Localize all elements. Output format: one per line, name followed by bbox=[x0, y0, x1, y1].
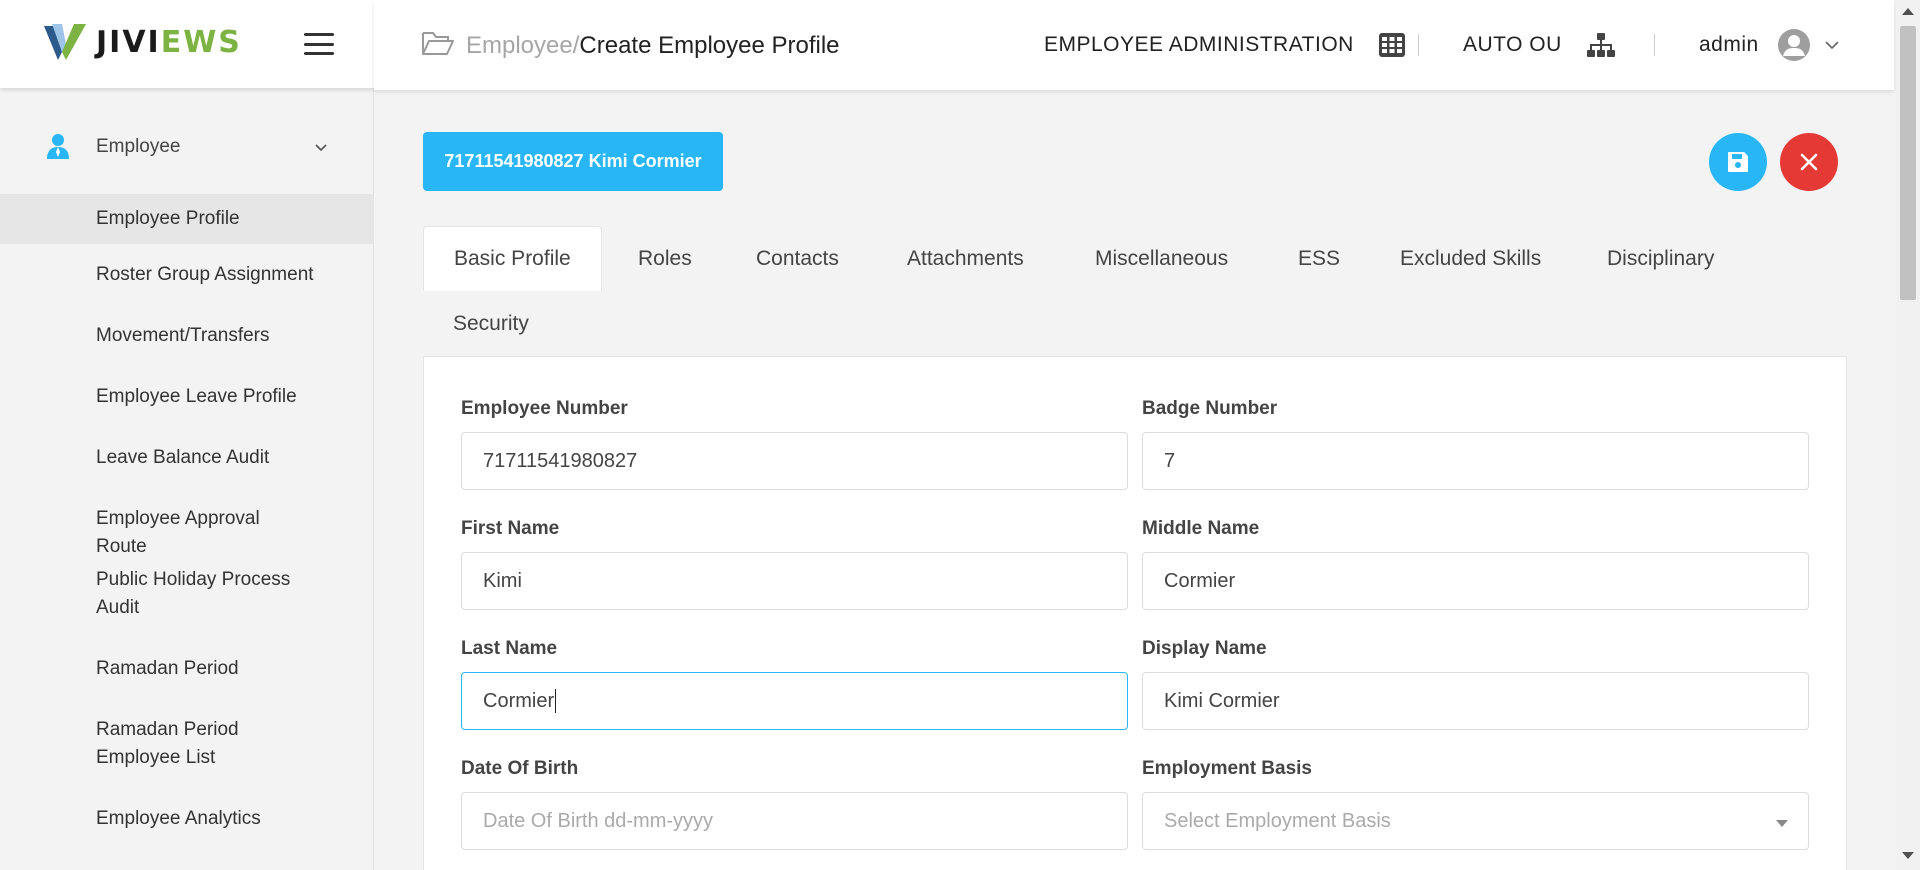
org-chart-icon bbox=[1586, 33, 1615, 57]
scroll-up-arrow[interactable] bbox=[1902, 8, 1914, 15]
employment-basis-label: Employment Basis bbox=[1142, 758, 1312, 779]
module-switcher[interactable]: EMPLOYEE ADMINISTRATION bbox=[1044, 0, 1406, 90]
sidebar-item-movement-transfers[interactable]: Movement/Transfers bbox=[0, 305, 374, 366]
display-name-value: Kimi Cormier bbox=[1164, 689, 1280, 712]
tab-ess[interactable]: ESS bbox=[1298, 247, 1340, 271]
chevron-down-icon bbox=[1825, 41, 1839, 50]
logo-mark-icon bbox=[44, 24, 86, 60]
sidebar-item-roster-group-assignment[interactable]: Roster Group Assignment bbox=[0, 244, 374, 305]
last-name-label: Last Name bbox=[461, 638, 558, 659]
close-icon bbox=[1800, 153, 1818, 171]
date-of-birth-label: Date Of Birth bbox=[461, 758, 579, 779]
breadcrumb-parent[interactable]: Employee/ bbox=[466, 32, 579, 59]
employment-basis-select[interactable]: Select Employment Basis bbox=[1142, 792, 1809, 850]
logo-text-green: EWS bbox=[160, 24, 242, 60]
folder-open-icon bbox=[422, 32, 454, 55]
sidebar-item-employee-analytics[interactable]: Employee Analytics bbox=[0, 788, 374, 849]
sidebar-group-label: Employee bbox=[96, 136, 181, 157]
org-unit-label: AUTO OU bbox=[1463, 33, 1562, 56]
employee-badge-button[interactable]: 71711541980827 Kimi Cormier bbox=[423, 132, 723, 191]
sidebar-item-leave-balance-audit[interactable]: Leave Balance Audit bbox=[0, 427, 374, 488]
scroll-down-arrow[interactable] bbox=[1902, 852, 1914, 859]
sidebar-group-employee[interactable]: Employee bbox=[0, 122, 374, 172]
employee-number-field[interactable]: 71711541980827 bbox=[461, 432, 1128, 490]
date-of-birth-field[interactable]: Date Of Birth dd-mm-yyyy bbox=[461, 792, 1128, 850]
module-label: EMPLOYEE ADMINISTRATION bbox=[1044, 33, 1354, 56]
first-name-field[interactable]: Kimi bbox=[461, 552, 1128, 610]
chevron-down-icon bbox=[315, 144, 327, 152]
header-divider bbox=[1654, 34, 1655, 56]
page-scrollbar[interactable] bbox=[1896, 0, 1920, 870]
user-name: admin bbox=[1699, 33, 1759, 56]
tab-security[interactable]: Security bbox=[453, 312, 529, 336]
top-header: Employee/Create Employee Profile EMPLOYE… bbox=[374, 0, 1894, 90]
first-name-label: First Name bbox=[461, 518, 560, 539]
user-avatar-icon bbox=[1777, 29, 1810, 61]
sidebar-item-employee-approval-route[interactable]: Employee Approval Route bbox=[0, 488, 374, 557]
tab-miscellaneous[interactable]: Miscellaneous bbox=[1095, 247, 1228, 271]
user-menu[interactable]: admin bbox=[1699, 0, 1839, 90]
breadcrumb-current: Create Employee Profile bbox=[579, 32, 840, 59]
header-divider bbox=[1418, 34, 1419, 56]
dropdown-arrow-icon bbox=[1776, 820, 1788, 827]
first-name-value: Kimi bbox=[483, 569, 522, 592]
floppy-disk-icon bbox=[1728, 152, 1748, 172]
grid-icon bbox=[1378, 33, 1405, 57]
tab-basic-profile[interactable]: Basic Profile bbox=[423, 226, 602, 291]
tab-contacts[interactable]: Contacts bbox=[756, 247, 839, 271]
badge-number-value: 7 bbox=[1164, 449, 1176, 472]
person-icon bbox=[47, 134, 69, 159]
save-button[interactable] bbox=[1709, 133, 1767, 191]
brand-bar: JIVIEWS bbox=[0, 0, 374, 88]
last-name-field[interactable]: Cormier bbox=[461, 672, 1128, 730]
employee-number-label: Employee Number bbox=[461, 398, 628, 419]
sidebar-item-employee-profile[interactable]: Employee Profile bbox=[0, 194, 374, 244]
scroll-thumb[interactable] bbox=[1900, 26, 1916, 300]
org-unit-switcher[interactable]: AUTO OU bbox=[1463, 0, 1616, 90]
date-of-birth-placeholder: Date Of Birth dd-mm-yyyy bbox=[483, 809, 714, 832]
sidebar-item-employee-leave-profile[interactable]: Employee Leave Profile bbox=[0, 366, 374, 427]
tab-roles[interactable]: Roles bbox=[638, 247, 692, 271]
sidebar: JIVIEWS Employee Employee Profile Roster… bbox=[0, 0, 374, 870]
badge-number-label: Badge Number bbox=[1142, 398, 1278, 419]
menu-toggle-icon[interactable] bbox=[304, 33, 334, 55]
tab-disciplinary[interactable]: Disciplinary bbox=[1607, 247, 1714, 271]
employment-basis-placeholder: Select Employment Basis bbox=[1164, 809, 1391, 832]
tab-attachments[interactable]: Attachments bbox=[907, 247, 1024, 271]
sidebar-submenu: Employee Profile Roster Group Assignment… bbox=[0, 194, 374, 849]
text-caret bbox=[555, 689, 557, 713]
display-name-label: Display Name bbox=[1142, 638, 1267, 659]
last-name-value: Cormier bbox=[483, 689, 555, 712]
sidebar-item-public-holiday-process-audit[interactable]: Public Holiday Process Audit bbox=[0, 549, 374, 638]
tab-excluded-skills[interactable]: Excluded Skills bbox=[1400, 247, 1541, 271]
middle-name-label: Middle Name bbox=[1142, 518, 1260, 539]
cancel-button[interactable] bbox=[1780, 133, 1838, 191]
logo[interactable]: JIVIEWS bbox=[40, 22, 242, 62]
breadcrumb: Employee/Create Employee Profile bbox=[466, 32, 840, 60]
employee-number-value: 71711541980827 bbox=[483, 449, 638, 472]
middle-name-field[interactable]: Cormier bbox=[1142, 552, 1809, 610]
display-name-field[interactable]: Kimi Cormier bbox=[1142, 672, 1809, 730]
logo-text-dark: JIVI bbox=[96, 24, 161, 60]
middle-name-value: Cormier bbox=[1164, 569, 1236, 592]
sidebar-item-ramadan-period-employee-list[interactable]: Ramadan Period Employee List bbox=[0, 699, 374, 788]
sidebar-item-ramadan-period[interactable]: Ramadan Period bbox=[0, 638, 374, 699]
badge-number-field[interactable]: 7 bbox=[1142, 432, 1809, 490]
logo-text: JIVIEWS bbox=[96, 25, 242, 60]
